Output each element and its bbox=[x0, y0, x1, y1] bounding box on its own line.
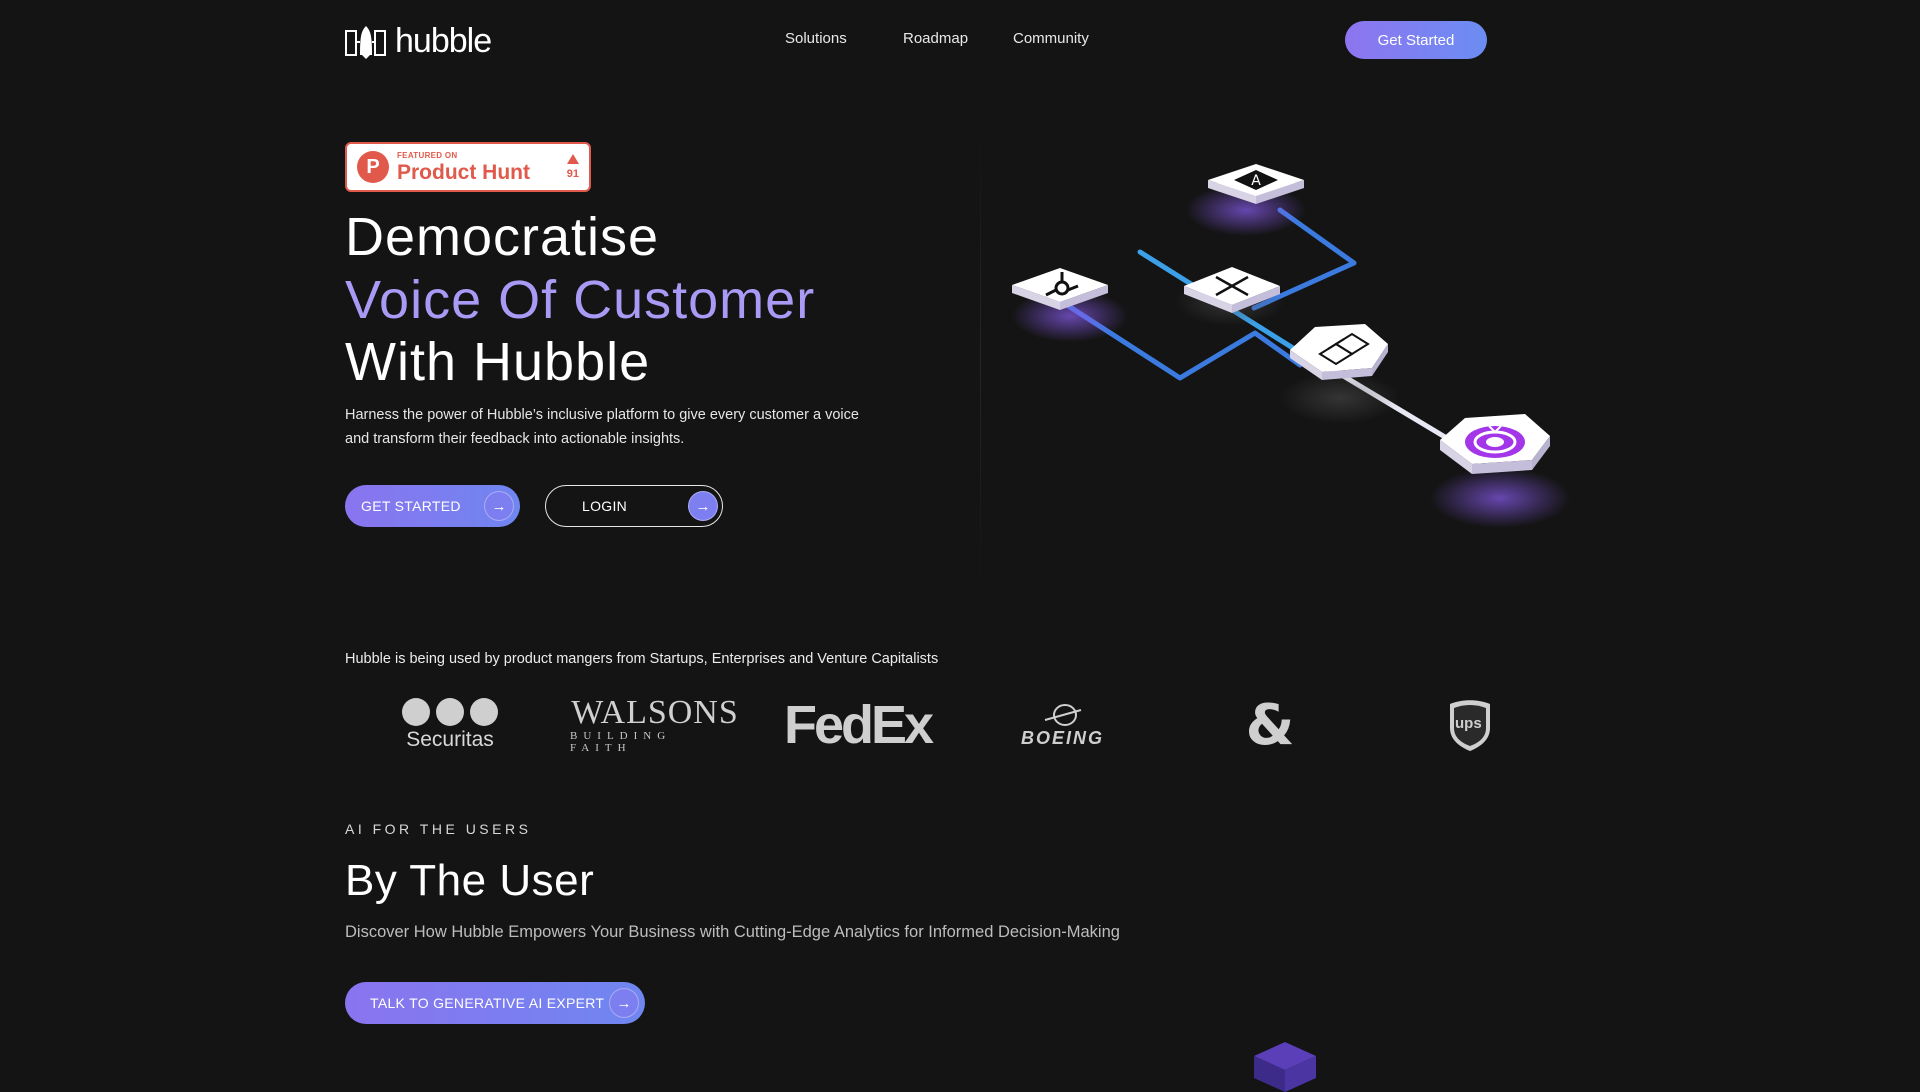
customers-caption: Hubble is being used by product mangers … bbox=[345, 651, 939, 667]
hero-subtitle: Harness the power of Hubble’s inclusive … bbox=[345, 403, 905, 451]
section-eyebrow: AI FOR THE USERS bbox=[345, 821, 532, 837]
fedex-logo: FedEx bbox=[775, 690, 940, 760]
arrow-right-icon: → bbox=[609, 988, 639, 1018]
nav-roadmap[interactable]: Roadmap bbox=[903, 30, 968, 47]
get-started-button[interactable]: GET STARTED → bbox=[345, 485, 520, 527]
walsons-text: WALSONS bbox=[571, 694, 739, 731]
boeing-text: BOEING bbox=[1020, 727, 1104, 748]
hero-title-line-3: With Hubble bbox=[345, 332, 651, 392]
fedex-text: FedEx bbox=[783, 695, 934, 755]
ph-name: Product Hunt bbox=[397, 160, 530, 184]
nav-get-started-button[interactable]: Get Started bbox=[1345, 21, 1487, 59]
hubble-hub-node bbox=[1290, 324, 1388, 380]
walsons-tagline: BUILDING FAITH bbox=[570, 730, 672, 754]
upvote-icon bbox=[566, 154, 579, 164]
target-node bbox=[1440, 414, 1550, 474]
brand-name: hubble bbox=[395, 22, 492, 60]
hero-subtitle-line-2: and transform their feedback into action… bbox=[345, 431, 685, 447]
nav-community[interactable]: Community bbox=[1013, 30, 1089, 47]
product-hunt-icon: P bbox=[357, 151, 389, 183]
app-store-icon: A bbox=[1251, 173, 1261, 189]
rocket-icon bbox=[345, 25, 386, 59]
securitas-icon bbox=[402, 698, 498, 726]
hero-subtitle-line-1: Harness the power of Hubble’s inclusive … bbox=[345, 407, 859, 423]
ph-vote-count: 91 bbox=[566, 168, 579, 180]
integration-illustration: A bbox=[1012, 164, 1570, 528]
customer-logos: Securitas WALSONS BUILDING FAITH FedEx B… bbox=[345, 690, 1495, 760]
securitas-text: Securitas bbox=[406, 728, 494, 751]
get-started-label: GET STARTED bbox=[361, 498, 461, 514]
ph-featured-label: FEATURED ON bbox=[397, 150, 458, 160]
talk-to-expert-button[interactable]: TALK TO GENERATIVE AI EXPERT → bbox=[345, 982, 645, 1024]
hero-title-line-1: Democratise bbox=[345, 207, 660, 267]
login-label: LOGIN bbox=[582, 498, 628, 514]
ampersand-logo: & bbox=[1240, 690, 1300, 760]
ups-text: ups bbox=[1455, 715, 1482, 732]
product-hunt-badge[interactable]: P FEATURED ON Product Hunt 91 bbox=[345, 142, 591, 192]
walsons-logo: WALSONS BUILDING FAITH bbox=[570, 690, 740, 760]
divider bbox=[980, 130, 981, 590]
boeing-icon bbox=[1044, 703, 1081, 726]
login-button[interactable]: LOGIN → bbox=[545, 485, 723, 527]
talk-to-expert-label: TALK TO GENERATIVE AI EXPERT bbox=[370, 995, 605, 1011]
arrow-right-icon: → bbox=[484, 491, 514, 521]
section-title: By The User bbox=[345, 856, 595, 905]
hero-title-line-2: Voice Of Customer bbox=[345, 270, 816, 330]
boeing-logo: BOEING bbox=[1005, 690, 1120, 760]
ups-logo: ups bbox=[1445, 690, 1495, 760]
securitas-logo: Securitas bbox=[395, 690, 505, 760]
section-subtitle: Discover How Hubble Empowers Your Busine… bbox=[345, 923, 1120, 941]
cube-decoration bbox=[1254, 1042, 1316, 1092]
arrow-right-icon: → bbox=[688, 491, 718, 521]
ampersand-icon: & bbox=[1245, 692, 1295, 758]
nav-solutions[interactable]: Solutions bbox=[785, 30, 847, 47]
hubble-logo[interactable]: hubble bbox=[345, 22, 492, 61]
target-icon bbox=[1465, 425, 1525, 458]
